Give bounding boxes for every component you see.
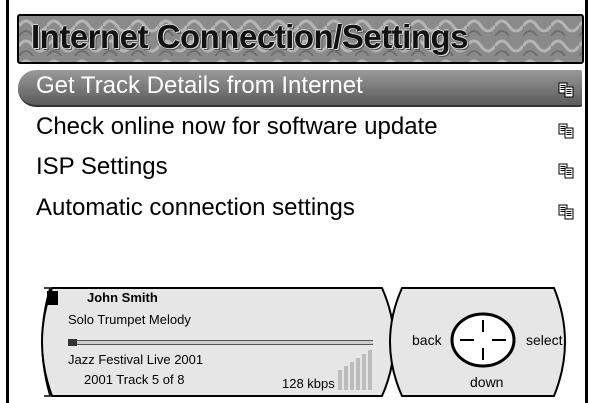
document-icon [558,163,574,179]
menu-item-get-track-details[interactable]: Get Track Details from Internet [18,70,582,107]
stop-icon [47,291,58,305]
album-name: Jazz Festival Live 2001 [68,352,204,367]
menu-item-label: Automatic connection settings [36,194,355,221]
progress-bar[interactable] [68,339,373,346]
now-playing-panel: John Smith Solo Trumpet Melody Jazz Fest… [30,286,578,398]
down-button[interactable]: down [470,374,503,390]
page-header: Internet Connection/Settings [17,14,584,64]
document-icon [558,204,574,220]
menu-item-label: ISP Settings [36,153,168,180]
navigation-dpad[interactable] [448,310,518,370]
select-button[interactable]: select [526,332,563,348]
menu-item-isp-settings[interactable]: ISP Settings [18,151,582,188]
menu-item-label: Get Track Details from Internet [36,72,363,99]
right-frame-border [585,0,588,403]
menu-item-label: Check online now for software update [36,113,438,140]
song-title: Solo Trumpet Melody [68,312,191,327]
menu-item-automatic-connection[interactable]: Automatic connection settings [18,192,582,229]
bitrate: 128 kbps [282,376,335,391]
artist-name: John Smith [87,290,158,305]
document-icon [558,82,574,98]
track-info: 2001 Track 5 of 8 [84,372,185,387]
menu-item-check-software-update[interactable]: Check online now for software update [18,111,582,148]
level-meter-graphic [338,350,372,390]
progress-fill [68,339,78,346]
page-title: Internet Connection/Settings [31,18,469,55]
back-button[interactable]: back [412,332,442,348]
left-frame-border [6,0,9,403]
document-icon [558,123,574,139]
